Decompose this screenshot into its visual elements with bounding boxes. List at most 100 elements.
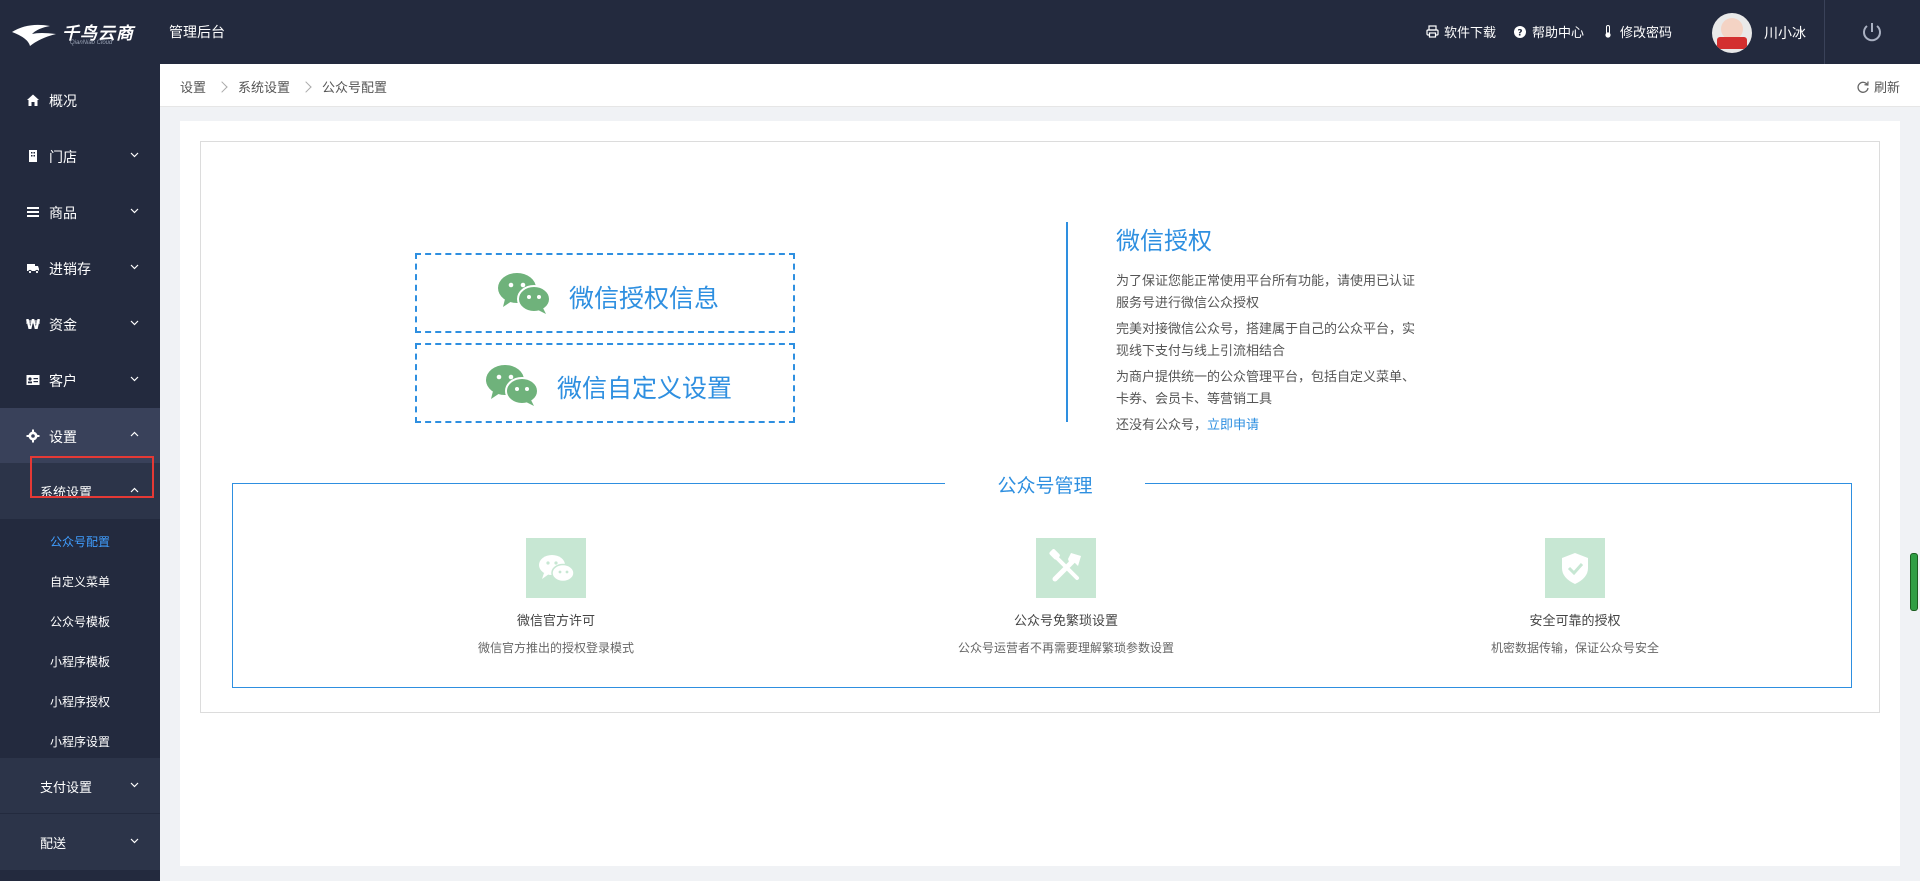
sidebar-item-label: 客户: [49, 373, 77, 389]
sidebar-item-label: 资金: [49, 317, 77, 333]
won-icon: ₩: [26, 318, 40, 331]
feature-description: 机密数据传输，保证公众号安全: [1490, 641, 1659, 655]
printer-icon: [1426, 25, 1439, 38]
sidebar-subitem-label: 小程序模板: [50, 655, 111, 669]
highlight-box: [30, 456, 154, 498]
logout-button[interactable]: [1860, 20, 1884, 44]
auth-title: 微信授权: [1116, 228, 1212, 255]
thermometer-icon: [1602, 25, 1615, 38]
sidebar-group-delivery[interactable]: 配送: [0, 814, 160, 870]
feature-description: 公众号运营者不再需要理解繁琐参数设置: [957, 641, 1174, 655]
breadcrumb-item-current: 公众号配置: [322, 80, 388, 95]
wechat-custom-settings-label: 微信自定义设置: [557, 375, 733, 403]
feature-secure-auth: 安全可靠的授权 机密数据传输，保证公众号安全: [1395, 538, 1755, 656]
sidebar-item-label: 设置: [49, 429, 77, 445]
change-password-link[interactable]: 修改密码: [1602, 22, 1672, 41]
apply-now-link[interactable]: 立即申请: [1207, 417, 1259, 432]
wechat-auth-info-label: 微信授权信息: [569, 285, 720, 313]
breadcrumb-item-settings[interactable]: 设置: [180, 77, 206, 96]
feature-title: 公众号免繁琐设置: [1013, 613, 1118, 628]
top-bar: 千鸟云商 QianNiao Cloud 管理后台 软件下载 ? 帮助中心 修改密…: [0, 0, 1920, 64]
feature-title: 微信官方许可: [516, 613, 595, 628]
sidebar-item-overview[interactable]: 概况: [0, 72, 160, 128]
scrollbar-thumb[interactable]: [1910, 553, 1918, 611]
breadcrumb: 设置 系统设置 公众号配置: [180, 77, 387, 96]
power-icon: [1863, 23, 1881, 42]
no-account-text: 还没有公众号，: [1116, 417, 1208, 432]
software-download-label: 软件下载: [1443, 25, 1496, 40]
avatar[interactable]: [1712, 13, 1752, 53]
auth-description-1: 为了保证您能正常使用平台所有功能，请使用已认证服务号进行微信公众授权: [1116, 273, 1416, 310]
sidebar-subitem-custom-menu[interactable]: 自定义菜单: [0, 561, 160, 601]
main-content: 微信授权信息 微信自定义设置 微信授权 为了保证您能正常使用平台所有功能，请使用…: [180, 121, 1900, 866]
breadcrumb-bar: 设置 系统设置 公众号配置 刷新: [160, 64, 1920, 107]
delivery-label: 配送: [40, 836, 67, 851]
home-icon: [27, 94, 39, 106]
pay-settings-label: 支付设置: [40, 780, 93, 795]
account-management-title: 公众号管理: [945, 471, 1145, 498]
change-password-label: 修改密码: [1619, 25, 1672, 40]
chevron-down-icon: [130, 208, 139, 214]
sidebar-subitem-label: 自定义菜单: [50, 575, 111, 589]
sidebar-item-label: 门店: [49, 149, 77, 165]
auth-description-4: 还没有公众号，立即申请: [1116, 414, 1416, 436]
chevron-down-icon: [130, 152, 139, 158]
svg-text:₩: ₩: [26, 318, 40, 331]
wechat-custom-settings-button[interactable]: 微信自定义设置: [415, 343, 795, 423]
user-menu[interactable]: 川小冰: [1712, 13, 1806, 53]
help-circle-icon: ?: [1514, 25, 1527, 38]
store-icon: [29, 150, 37, 162]
wechat-icon: [498, 273, 551, 314]
wechat-icon: [486, 365, 539, 406]
svg-text:?: ?: [1518, 28, 1523, 38]
wechat-auth-info-button[interactable]: 微信授权信息: [415, 253, 795, 333]
refresh-button[interactable]: 刷新: [1856, 77, 1900, 96]
chevron-right-icon: [300, 80, 312, 93]
top-links: 软件下载 ? 帮助中心 修改密码: [1426, 22, 1672, 41]
sidebar-item-customers[interactable]: 客户: [0, 352, 160, 408]
sidebar-subitem-label: 小程序授权: [50, 695, 111, 709]
refresh-icon: [1857, 80, 1869, 93]
auth-description-3: 为商户提供统一的公众管理平台，包括自定义菜单、卡券、会员卡、等营销工具: [1116, 369, 1416, 406]
list-icon: [27, 207, 39, 217]
tools-icon: [1036, 538, 1096, 598]
sidebar-subitem-account-template[interactable]: 公众号模板: [0, 601, 160, 641]
chevron-down-icon: [130, 838, 139, 844]
sidebar-subitem-miniprogram-auth[interactable]: 小程序授权: [0, 681, 160, 721]
feature-title: 安全可靠的授权: [1529, 613, 1621, 628]
bird-logo-icon: [12, 24, 56, 46]
sidebar-item-products[interactable]: 商品: [0, 184, 160, 240]
sidebar-item-label: 进销存: [49, 261, 91, 277]
sidebar-subitem-miniprogram-settings[interactable]: 小程序设置: [0, 721, 160, 761]
sidebar-item-label: 商品: [49, 205, 77, 221]
help-center-label: 帮助中心: [1531, 25, 1584, 40]
wechat-config-panel: 微信授权信息 微信自定义设置 微信授权 为了保证您能正常使用平台所有功能，请使用…: [200, 141, 1880, 713]
sidebar-item-funds[interactable]: ₩ 资金: [0, 296, 160, 352]
brand-logo[interactable]: 千鸟云商 QianNiao Cloud: [10, 16, 160, 50]
brand-subtitle: QianNiao Cloud: [70, 40, 113, 46]
chevron-up-icon: [130, 431, 139, 437]
chevron-down-icon: [130, 782, 139, 788]
feature-no-hassle-settings: 公众号免繁琐设置 公众号运营者不再需要理解繁琐参数设置: [886, 538, 1246, 656]
chevron-down-icon: [130, 320, 139, 326]
sidebar-subitem-label: 公众号配置: [50, 535, 111, 549]
sidebar-subitem-label: 公众号模板: [50, 615, 111, 629]
id-card-icon: [26, 375, 40, 385]
auth-description-2: 完美对接微信公众号，搭建属于自己的公众平台，实现线下支付与线上引流相结合: [1116, 321, 1416, 358]
feature-description: 微信官方推出的授权登录模式: [477, 641, 634, 655]
chevron-right-icon: [216, 80, 228, 93]
sidebar-item-label: 概况: [49, 93, 77, 109]
sidebar-subitem-miniprogram-template[interactable]: 小程序模板: [0, 641, 160, 681]
refresh-label: 刷新: [1873, 80, 1900, 95]
sidebar-item-inventory[interactable]: 进销存: [0, 240, 160, 296]
feature-official-license: 微信官方许可 微信官方推出的授权登录模式: [376, 538, 736, 656]
sidebar-group-pay-settings[interactable]: 支付设置: [0, 758, 160, 813]
help-center-link[interactable]: ? 帮助中心: [1514, 22, 1584, 41]
sidebar-subitem-official-account-config[interactable]: 公众号配置: [0, 521, 160, 561]
gear-icon: [26, 429, 40, 443]
wechat-icon: [526, 538, 586, 598]
sidebar-subitem-label: 小程序设置: [50, 735, 111, 749]
sidebar-item-store[interactable]: 门店: [0, 128, 160, 184]
breadcrumb-item-system-settings[interactable]: 系统设置: [238, 77, 290, 96]
software-download-link[interactable]: 软件下载: [1426, 22, 1496, 41]
